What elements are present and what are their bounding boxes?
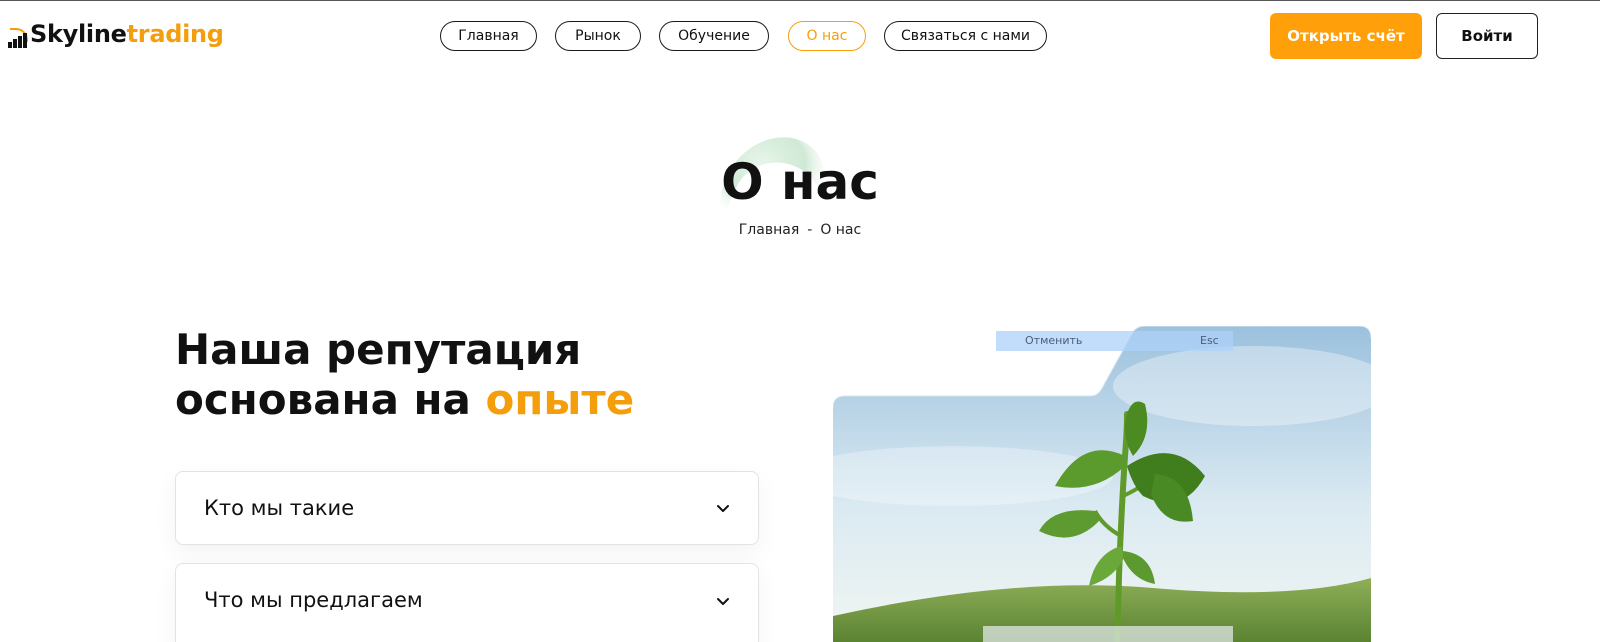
- cancel-label[interactable]: Отменить: [1025, 334, 1082, 347]
- faq-item-who-we-are[interactable]: Кто мы такие: [175, 471, 759, 545]
- page-title: О нас: [721, 153, 879, 211]
- nav-item-market[interactable]: Рынок: [555, 21, 641, 51]
- top-border-line: [0, 0, 1600, 1]
- nav-item-home[interactable]: Главная: [440, 21, 537, 51]
- nav-item-contact[interactable]: Связаться с нами: [884, 21, 1047, 51]
- chevron-down-icon: [717, 505, 729, 512]
- nav-item-education[interactable]: Обучение: [659, 21, 769, 51]
- faq-question: Что мы предлагаем: [204, 588, 423, 612]
- breadcrumb-separator: -: [807, 222, 813, 238]
- cancel-hint-bar[interactable]: Отменить Esc: [996, 331, 1233, 351]
- headline-accent: опыте: [485, 375, 635, 424]
- breadcrumb-current: О нас: [820, 222, 862, 238]
- login-button[interactable]: Войти: [1436, 13, 1538, 59]
- section-headline: Наша репутация основана на опыте: [175, 325, 795, 425]
- faq-item-what-we-offer[interactable]: Что мы предлагаем: [175, 563, 759, 642]
- nav-item-about[interactable]: О нас: [788, 21, 866, 51]
- plant-growth-image: [833, 326, 1371, 642]
- open-account-button[interactable]: Открыть счёт: [1270, 13, 1422, 59]
- esc-key-label: Esc: [1200, 334, 1219, 347]
- faq-question: Кто мы такие: [204, 496, 355, 520]
- breadcrumb: Главная - О нас: [0, 222, 1600, 238]
- breadcrumb-home[interactable]: Главная: [739, 222, 799, 238]
- chevron-down-icon: [717, 598, 729, 605]
